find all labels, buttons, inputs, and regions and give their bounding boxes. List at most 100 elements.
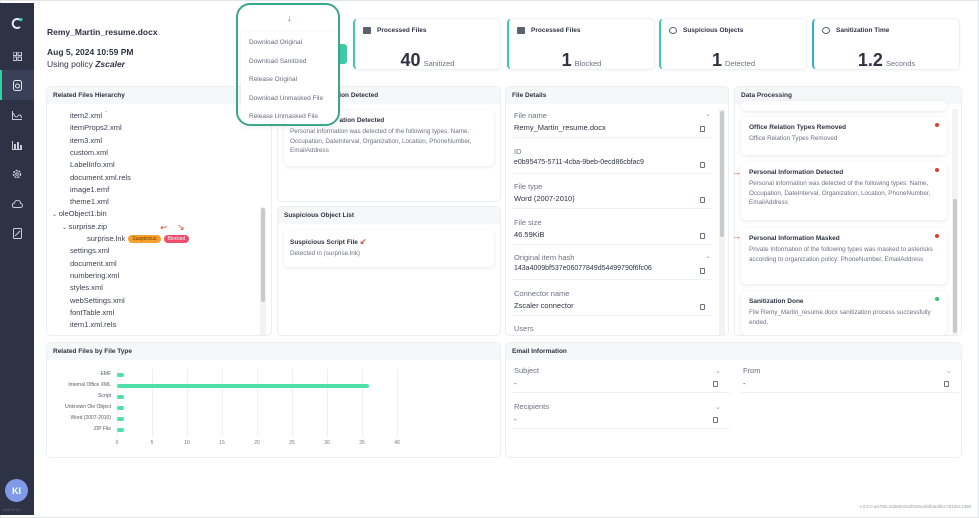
tree-item[interactable]: item1.xml.rels [70, 320, 116, 329]
tree-item[interactable]: custom.xml [70, 148, 108, 157]
tree-scroll-thumb[interactable] [261, 208, 265, 302]
chevron-down-icon[interactable]: ⌄ [946, 367, 952, 375]
step-title: Personal Information Masked [749, 235, 840, 242]
chevron-down-icon[interactable]: ⌄ [705, 110, 711, 118]
divider [512, 172, 712, 174]
copy-icon[interactable] [700, 161, 705, 168]
divider [512, 314, 712, 316]
reports-icon[interactable] [0, 130, 34, 160]
dashboard-icon[interactable] [0, 41, 34, 71]
bar-unknown-ole-object[interactable] [117, 406, 124, 410]
field-value: Word (2007-2010) [514, 194, 575, 203]
divider [741, 392, 959, 393]
bar-internal-office-xml[interactable] [117, 384, 369, 388]
tree-item-label: webSettings.xml [70, 295, 125, 305]
status-dot-red [935, 168, 939, 172]
field-value: 143a4009bf537e06077849d54499790f6fc06 [514, 265, 652, 272]
tree-item[interactable]: image1.emf [70, 185, 109, 194]
file-scan-icon[interactable] [0, 70, 34, 100]
divider [512, 243, 712, 245]
tree-item[interactable]: ⌄ surprise.zip [62, 222, 107, 231]
tree-item[interactable]: document.xml [70, 259, 117, 268]
dp-scroll-thumb[interactable] [953, 199, 957, 333]
stat-unit: Detected [724, 59, 756, 68]
gridline [222, 369, 223, 437]
step-title: Office Relation Types Removed [749, 124, 847, 131]
tree-item[interactable]: surprise.lnk Suspicious Blocked [87, 234, 190, 243]
suspicious-card[interactable]: Suspicious Script File ↙ Detected in (su… [284, 231, 494, 267]
processing-step-card: Sanitization Done File Remy_Martin_resume… [741, 291, 947, 335]
tree-item-label: document.xml.rels [70, 172, 131, 182]
stat-value: 1.2 [857, 50, 883, 70]
divider [512, 279, 712, 280]
field-value: e0b95475-5711-4cba-9beb-0ecd86cbfac9 [514, 158, 644, 166]
x-tick-label: 40 [394, 440, 400, 446]
gridline [152, 369, 153, 437]
field-value: 46.59KiB [514, 229, 545, 239]
field-label: File name [514, 111, 547, 120]
step-desc: Office Relation Types Removed [749, 135, 838, 142]
scan-date: Aug 5, 2024 10:59 PM [47, 47, 134, 57]
file-details-scroll-thumb[interactable] [720, 111, 724, 237]
settings-icon[interactable] [0, 159, 34, 189]
copy-icon[interactable] [700, 126, 705, 132]
tree-item[interactable]: theme1.xml [70, 197, 109, 206]
stat-value: 1 [561, 50, 572, 70]
tree-item[interactable]: LabelInfo.xml [70, 160, 115, 169]
tree-ellipsis: . [105, 105, 108, 114]
copy-icon[interactable] [713, 381, 718, 387]
copy-icon[interactable] [700, 197, 705, 203]
copy-icon[interactable] [700, 232, 705, 239]
file-details-title: File Details [506, 87, 728, 104]
bar-word-2007-2010-[interactable] [117, 417, 124, 421]
copy-icon[interactable] [700, 268, 705, 274]
step-desc: Personal information was detected of the… [749, 180, 931, 206]
copy-icon[interactable] [713, 417, 718, 423]
copy-icon[interactable] [944, 381, 949, 387]
tree-item-label: numbering.xml [70, 270, 120, 280]
tree-item-label: surprise.lnk [87, 234, 126, 243]
bar-emf[interactable] [117, 373, 124, 377]
field-value: Remy_Martin_resume.docx [514, 123, 606, 132]
tree-item[interactable]: document.xml.rels [70, 173, 131, 182]
chevron-down-icon[interactable]: ⌄ [62, 225, 69, 231]
tree-item[interactable]: numbering.xml [70, 271, 119, 280]
gridline [397, 369, 398, 437]
tree-item[interactable]: styles.xml [70, 283, 103, 292]
tree-item[interactable]: ⌄ oleObject1.bin [52, 209, 107, 218]
field-value: Zscaler connector [514, 300, 574, 310]
analytics-icon[interactable] [0, 100, 34, 130]
tree-item[interactable]: itemProps2.xml [70, 123, 122, 132]
tree-item[interactable]: item2.xml [70, 111, 102, 120]
cloud-icon[interactable] [0, 189, 34, 219]
tree-item[interactable]: item3.xml [70, 136, 102, 145]
tree-item[interactable]: settings.xml [70, 246, 110, 255]
blocked-badge: Blocked [163, 235, 190, 243]
chevron-down-icon[interactable]: ⌄ [52, 212, 59, 218]
tree-item-label: item1.xml.rels [70, 320, 117, 330]
gridline [117, 369, 118, 437]
logo-icon[interactable] [0, 8, 34, 38]
tree-item[interactable]: fontTable.xml [70, 308, 114, 317]
stat-blocked: Processed Files 1 Blocked [507, 18, 655, 70]
x-tick-label: 25 [289, 440, 295, 446]
field-label: Connector name [514, 288, 570, 298]
stat-suspicious: Suspicious Objects 1 Detected [659, 18, 807, 70]
chevron-down-icon[interactable]: ⌄ [715, 367, 721, 375]
chevron-down-icon[interactable]: ⌄ [715, 403, 721, 411]
tree-item-label: theme1.xml [70, 197, 109, 207]
bar-zip-file[interactable] [117, 428, 124, 432]
bug-icon [669, 27, 677, 34]
sidebar: KI v24.07.21 [0, 3, 34, 515]
copy-icon[interactable] [700, 303, 705, 310]
document-icon[interactable] [0, 218, 34, 248]
bar-script[interactable] [117, 395, 124, 399]
avatar[interactable]: KI [5, 479, 28, 502]
chevron-down-icon[interactable]: ⌄ [705, 252, 711, 260]
status-dot-green [935, 297, 939, 301]
tree-item[interactable]: webSettings.xml [70, 296, 125, 305]
annotation-arrow-icon: ↓ [287, 13, 292, 23]
stat-title: Processed Files [377, 27, 427, 34]
chart-panel: Related Files by File Type 0 5 10 15 20 25 30 3… [46, 342, 501, 458]
actions-button-edge[interactable] [340, 44, 347, 64]
